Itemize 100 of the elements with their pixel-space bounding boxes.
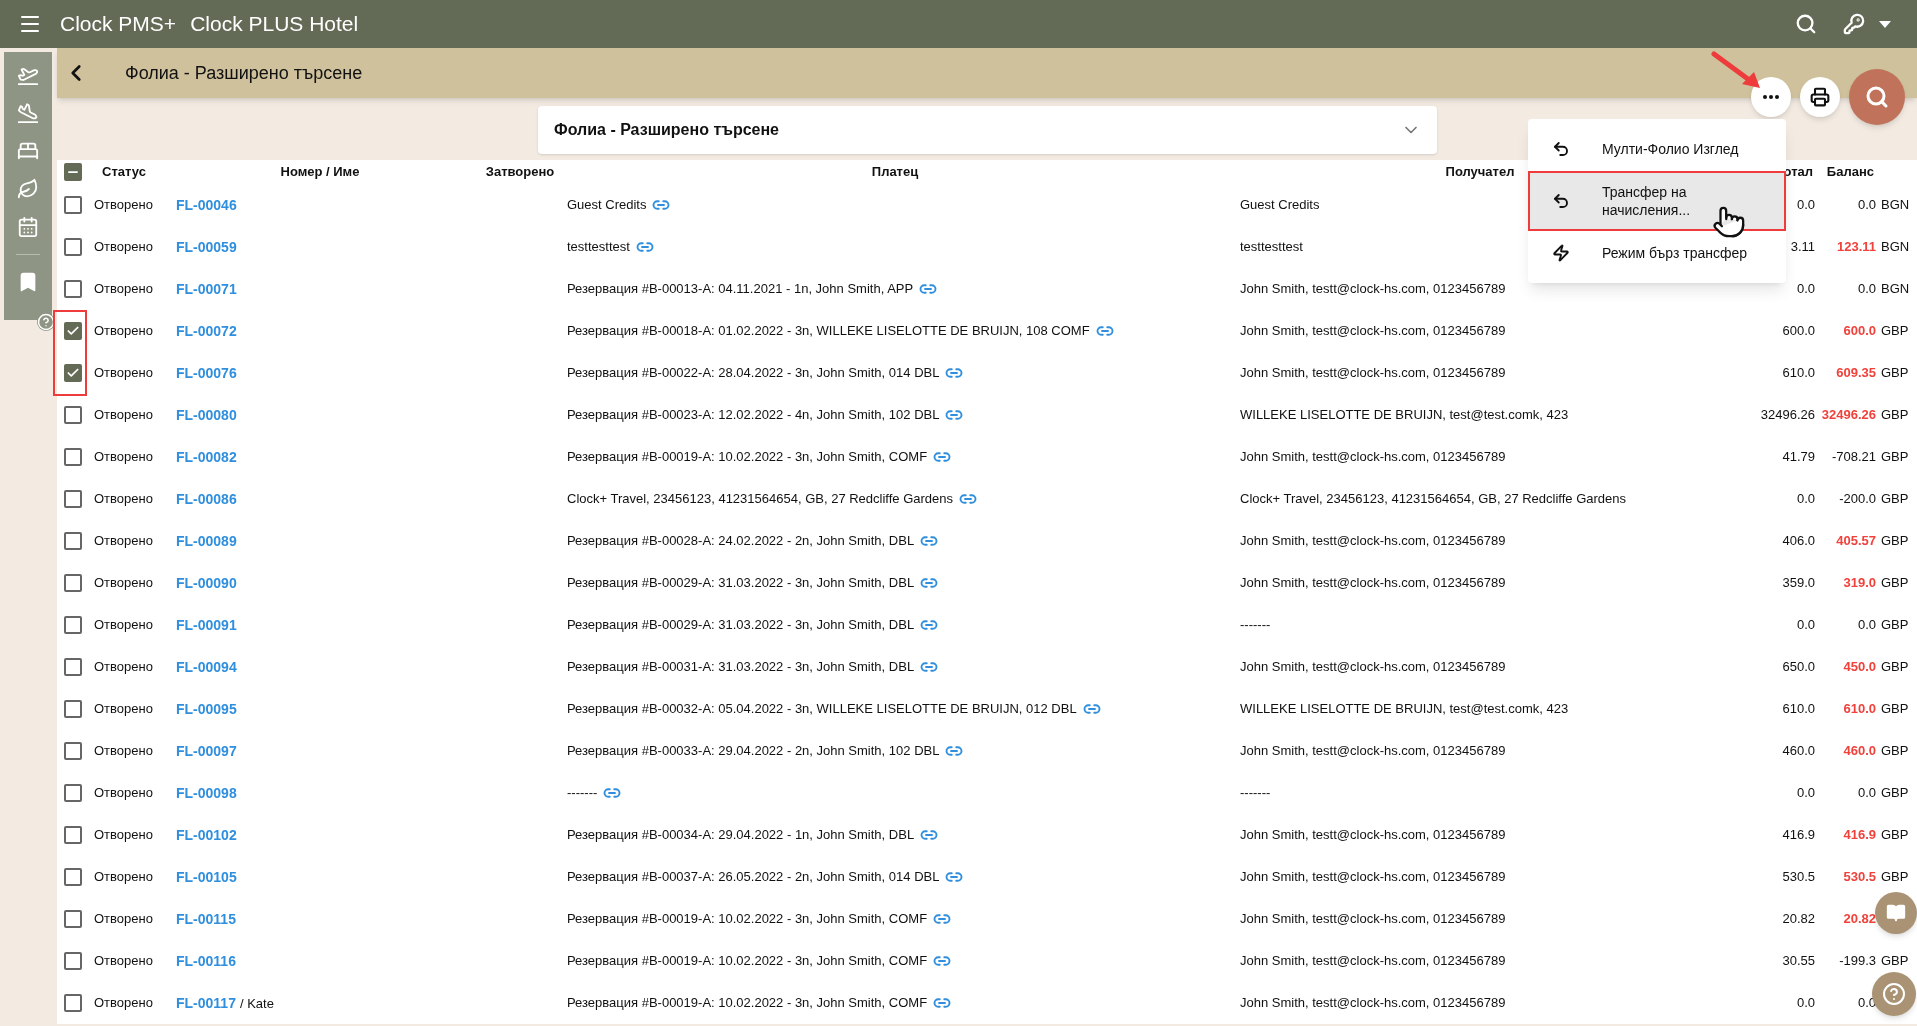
status-cell: Отворено [94,617,153,633]
recipient-cell: John Smith, testt@clock-hs.com, 0123456789 [1240,365,1506,381]
menu-item[interactable]: Мулти-Фолио Изглед [1528,125,1786,173]
folio-link[interactable]: FL-00091 [176,614,237,636]
currency-cell: GBP [1881,785,1909,801]
folio-link[interactable]: FL-00089 [176,530,237,552]
row-checkbox[interactable] [64,238,82,256]
folio-link[interactable]: FL-00094 [176,656,237,678]
payer-cell-text: Резервация #B-00019-A: 10.02.2022 - 3n, John Smith, COMF [567,952,928,971]
row-checkbox[interactable] [64,322,82,340]
total-cell-text: 0.0 [1796,616,1815,635]
folio-link[interactable]: FL-00059 [176,236,237,258]
row-checkbox[interactable] [64,196,82,214]
search-panel[interactable]: Фолиа - Разширено търсене [538,106,1437,154]
status-cell: Отворено [94,911,153,927]
row-checkbox[interactable] [64,658,82,676]
row-checkbox[interactable] [64,784,82,802]
search-button[interactable] [1849,69,1905,125]
folio-link[interactable]: FL-00082 [176,446,237,468]
total-cell-text: 0.0 [1796,784,1815,803]
menu-item[interactable]: Режим бърз трансфер [1528,229,1786,277]
folio-link[interactable]: FL-00102 [176,824,237,846]
row-checkbox[interactable] [64,574,82,592]
folio-link[interactable]: FL-00116 [176,950,236,972]
folio-link[interactable]: FL-00072 [176,320,237,342]
folio-link[interactable]: FL-00097 [176,740,237,762]
row-checkbox[interactable] [64,406,82,424]
folio-link[interactable]: FL-00098 [176,782,237,804]
total-cell-text: 610.0 [1782,364,1815,383]
status-cell: Отворено [94,407,153,423]
payer-cell-text: Резервация #B-00019-A: 10.02.2022 - 3n, John Smith, COMF [567,448,928,467]
row-checkbox[interactable] [64,280,82,298]
total-cell-text: 0.0 [1796,994,1815,1013]
bed-icon[interactable] [17,140,39,162]
balance-cell-text: 416.9 [1843,826,1876,845]
row-checkbox[interactable] [64,490,82,508]
select-all-checkbox[interactable] [64,163,82,181]
folio-link[interactable]: FL-00071 [176,278,237,300]
undo-icon [1552,192,1570,210]
status-cell: Отворено [94,785,153,801]
row-checkbox[interactable] [64,616,82,634]
row-checkbox[interactable] [64,910,82,928]
arrival-icon[interactable] [17,102,39,124]
recipient-cell: John Smith, testt@clock-hs.com, 0123456789 [1240,953,1506,969]
leaf-icon[interactable] [17,178,39,200]
payer-cell-text: ------- [567,784,598,803]
row-checkbox[interactable] [64,364,82,382]
folio-link[interactable]: FL-00090 [176,572,237,594]
payer-cell-text: Резервация #B-00013-A: 04.11.2021 - 1n, John Smith, APP [567,280,914,299]
print-button[interactable] [1800,77,1840,117]
total-cell-text: 416.9 [1782,826,1815,845]
recipient-cell: testtesttest [1240,239,1303,255]
row-checkbox[interactable] [64,742,82,760]
payer-cell-text: Резервация #B-00019-A: 10.02.2022 - 3n, John Smith, COMF [567,994,928,1013]
folio-link[interactable]: FL-00117 [176,992,236,1014]
book-icon [1886,903,1906,923]
payer-cell-text: Резервация #B-00029-A: 31.03.2022 - 3n, John Smith, DBL [567,616,915,635]
status-cell: Отворено [94,491,153,507]
total-cell-text: 600.0 [1782,322,1815,341]
undo-icon [1552,140,1570,158]
folio-link[interactable]: FL-00080 [176,404,237,426]
folio-link[interactable]: FL-00046 [176,194,237,216]
total-cell-text: 359.0 [1782,574,1815,593]
total-cell-text: 460.0 [1782,742,1815,761]
currency-cell: GBP [1881,449,1909,465]
payer-cell-text: Резервация #B-00023-A: 12.02.2022 - 4n, John Smith, 102 DBL [567,406,940,425]
recipient-cell: ------- [1240,617,1271,633]
folio-link[interactable]: FL-00086 [176,488,237,510]
balance-cell-text: -200.0 [1839,490,1876,509]
currency-cell: GBP [1881,659,1909,675]
payer-cell-text: Guest Credits [567,196,647,215]
folio-link[interactable]: FL-00115 [176,908,236,930]
currency-cell: GBP [1881,365,1909,381]
folio-link[interactable]: FL-00105 [176,866,237,888]
payer-cell-text: Резервация #B-00034-A: 29.04.2022 - 1n, John Smith, DBL [567,826,915,845]
status-cell: Отворено [94,827,153,843]
status-cell: Отворено [94,365,153,381]
balance-cell-text: 319.0 [1843,574,1876,593]
calendar-icon[interactable] [17,216,39,238]
menu-item[interactable]: Трансфер на начисления... [1530,173,1784,229]
row-checkbox[interactable] [64,448,82,466]
currency-cell: GBP [1881,491,1909,507]
payer-cell-text: Резервация #B-00019-A: 10.02.2022 - 3n, John Smith, COMF [567,910,928,929]
status-cell: Отворено [94,869,153,885]
key-icon[interactable] [1843,13,1865,35]
folio-link[interactable]: FL-00095 [176,698,237,720]
recipient-cell: John Smith, testt@clock-hs.com, 0123456789 [1240,827,1506,843]
search-panel-title: Фолиа - Разширено търсене [554,120,779,140]
balance-cell-text: 0.0 [1857,280,1876,299]
caret-icon[interactable] [1879,20,1891,28]
row-checkbox[interactable] [64,994,82,1012]
total-cell-text: 610.0 [1782,700,1815,719]
row-checkbox[interactable] [64,826,82,844]
row-checkbox[interactable] [64,700,82,718]
payer-cell-text: Резервация #B-00032-A: 05.04.2022 - 3n, WILLEKE LISELOTTE DE BRUIJN, 012 DBL [567,700,1077,719]
row-checkbox[interactable] [64,868,82,886]
row-checkbox[interactable] [64,952,82,970]
search-icon[interactable] [1795,13,1817,35]
row-checkbox[interactable] [64,532,82,550]
folio-link[interactable]: FL-00076 [176,362,237,384]
